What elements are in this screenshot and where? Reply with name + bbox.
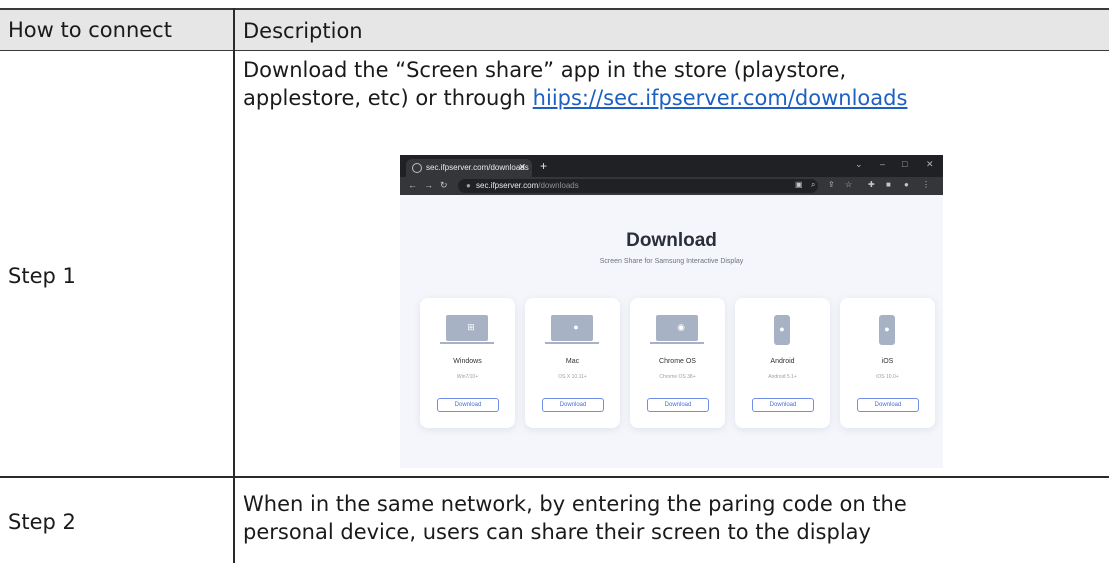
close-icon[interactable]: ✕ <box>518 162 526 173</box>
profile-icon[interactable]: ● <box>904 180 909 189</box>
forward-icon[interactable]: → <box>424 180 433 190</box>
download-button-mac[interactable]: Download <box>542 398 604 412</box>
mac-card: ● Mac OS X 10.11+ Download <box>525 298 620 428</box>
browser-tab[interactable]: sec.ifpserver.com/downloads ✕ <box>406 159 532 177</box>
windows-card: ⊞ Windows Win7/10+ Download <box>420 298 515 428</box>
page-subtitle: Screen Share for Samsung Interactive Dis… <box>599 258 744 265</box>
download-button-android[interactable]: Download <box>752 398 814 412</box>
address-bar[interactable]: ● sec.ifpserver.com/downloads <box>458 179 818 193</box>
extensions-icon[interactable]: ✚ <box>868 180 875 189</box>
back-icon[interactable]: ← <box>408 180 417 190</box>
card-name: Chrome OS <box>659 358 696 365</box>
row-divider <box>0 476 1109 478</box>
browser-tab-bar: sec.ifpserver.com/downloads ✕ + ⌄ – □ ✕ <box>400 155 943 177</box>
downloads-link[interactable]: hiips://sec.ifpserver.com/downloads <box>533 86 908 110</box>
translate-icon[interactable]: ▣ <box>795 180 803 189</box>
card-version: Chrome OS 38+ <box>659 374 696 380</box>
lock-icon: ● <box>466 181 471 190</box>
card-name: Android <box>770 358 795 365</box>
step-1-label: Step 1 <box>8 264 76 288</box>
windows-laptop-icon: ⊞ <box>446 315 488 341</box>
download-button-ios[interactable]: Download <box>857 398 919 412</box>
address-bar-row: ← → ↻ ● sec.ifpserver.com/downloads ▣ ⌕ … <box>400 177 943 195</box>
chromebook-icon: ◉ <box>656 315 698 341</box>
zoom-icon[interactable]: ⌕ <box>811 180 815 190</box>
step-2-label: Step 2 <box>8 510 76 534</box>
step-1-description: Download the “Screen share” app in the s… <box>243 56 907 112</box>
step-2-description: When in the same network, by entering th… <box>243 490 907 546</box>
header-description: Description <box>243 19 363 43</box>
step-1-text: applestore, etc) or through <box>243 86 533 110</box>
mac-laptop-icon: ● <box>551 315 593 341</box>
share-icon[interactable]: ⇪ <box>828 180 835 189</box>
table-header-row: How to connect Description <box>0 8 1109 51</box>
chrome-os-card: ◉ Chrome OS Chrome OS 38+ Download <box>630 298 725 428</box>
card-name: Windows <box>453 358 482 365</box>
url-host: sec.ifpserver.com <box>476 181 539 190</box>
header-how-to-connect: How to connect <box>8 18 172 42</box>
step-1-line-2: applestore, etc) or through hiips://sec.… <box>243 84 907 112</box>
download-page-screenshot: sec.ifpserver.com/downloads ✕ + ⌄ – □ ✕ … <box>400 155 943 468</box>
card-version: Android 5.1+ <box>768 374 797 380</box>
step-2-line-2: personal device, users can share their s… <box>243 520 871 544</box>
reload-icon[interactable]: ↻ <box>440 180 448 191</box>
android-phone-icon: ● <box>774 315 790 345</box>
column-divider <box>233 8 235 563</box>
tab-title: sec.ifpserver.com/downloads <box>426 163 529 172</box>
bookmark-star-icon[interactable]: ☆ <box>845 180 852 189</box>
step-1-line-1: Download the “Screen share” app in the s… <box>243 58 847 82</box>
globe-icon <box>412 163 422 173</box>
url-path: /downloads <box>538 181 579 190</box>
ios-card: ● iOS iOS 10.0+ Download <box>840 298 935 428</box>
iphone-icon: ● <box>879 315 895 345</box>
card-name: Mac <box>565 358 580 365</box>
minimize-icon[interactable]: – <box>880 159 885 169</box>
card-version: iOS 10.0+ <box>876 374 899 380</box>
card-version: Win7/10+ <box>456 374 479 380</box>
download-button-windows[interactable]: Download <box>437 398 499 412</box>
window-close-icon[interactable]: ✕ <box>926 159 934 170</box>
side-panel-icon[interactable]: ■ <box>886 180 891 189</box>
download-button-chrome-os[interactable]: Download <box>647 398 709 412</box>
maximize-icon[interactable]: □ <box>902 159 907 169</box>
card-version: OS X 10.11+ <box>558 374 587 380</box>
menu-icon[interactable]: ⋮ <box>922 180 930 189</box>
step-2-line-1: When in the same network, by entering th… <box>243 492 907 516</box>
page-title: Download <box>626 230 717 251</box>
chevron-down-icon[interactable]: ⌄ <box>855 159 863 170</box>
android-card: ● Android Android 5.1+ Download <box>735 298 830 428</box>
card-name: iOS <box>881 358 894 365</box>
new-tab-icon[interactable]: + <box>540 159 547 173</box>
